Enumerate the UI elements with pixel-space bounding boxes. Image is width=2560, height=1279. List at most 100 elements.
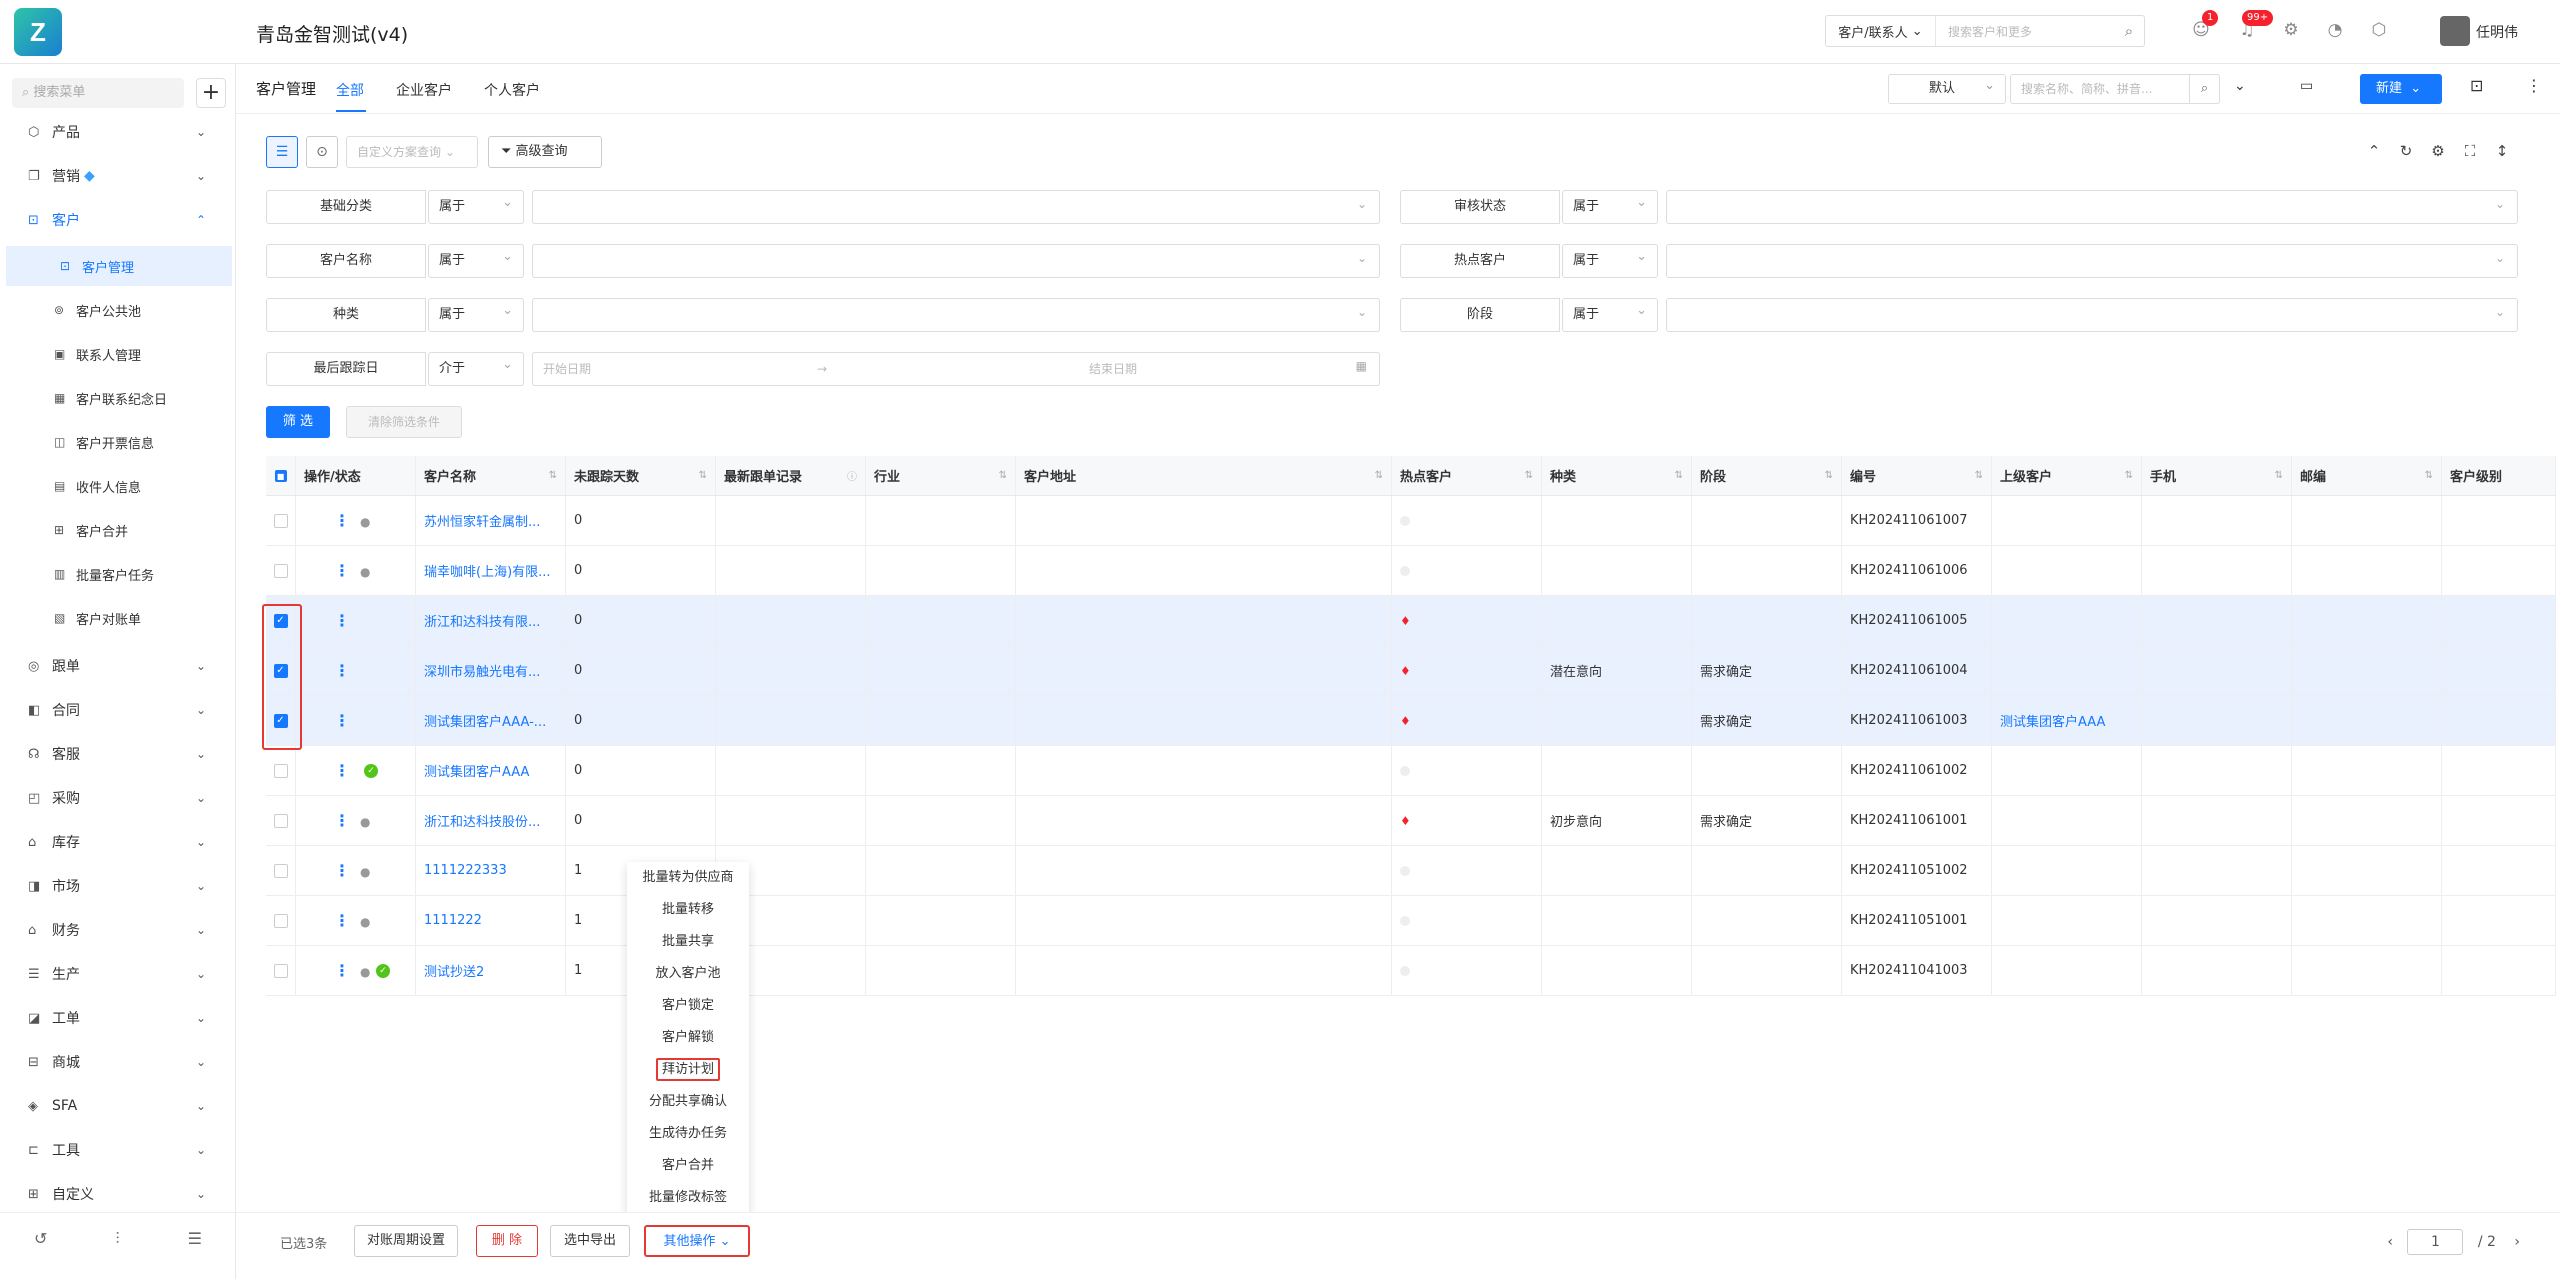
parent-customer-cell[interactable] bbox=[1992, 646, 2142, 695]
parent-customer-cell[interactable] bbox=[1992, 546, 2142, 595]
customer-name-link[interactable]: 测试集团客户AAA bbox=[416, 746, 566, 795]
filter-value-select[interactable]: ⌄ bbox=[1666, 190, 2518, 224]
customer-name[interactable]: 测试抄送2 bbox=[424, 961, 484, 980]
filter-value-select[interactable]: ⌄ bbox=[532, 244, 1380, 278]
search-scope-select[interactable]: 客户/联系人 ⌄ bbox=[1826, 16, 1936, 46]
view-select[interactable]: 默认 bbox=[1888, 72, 2006, 104]
customer-name[interactable]: 测试集团客户AAA-... bbox=[424, 711, 546, 730]
filter-value-select[interactable]: ⌄ bbox=[1666, 244, 2518, 278]
more-actions-icon[interactable]: ⋮ bbox=[334, 961, 350, 980]
next-page-icon[interactable]: › bbox=[2514, 1234, 2520, 1250]
hot-customer-cell[interactable]: ♦ bbox=[1392, 596, 1542, 645]
parent-customer-cell[interactable] bbox=[1992, 896, 2142, 945]
refresh-icon[interactable]: ↻ bbox=[2396, 142, 2416, 160]
cube-icon[interactable]: ⬡ bbox=[2368, 20, 2390, 42]
new-button[interactable]: 新建 ⌄ bbox=[2360, 74, 2442, 104]
bell-icon[interactable]: ♫ 99+ bbox=[2236, 10, 2274, 42]
menu-item-visit-plan[interactable]: 拜访计划 bbox=[627, 1054, 749, 1086]
custom-plan-select[interactable]: 自定义方案查询 ⌄ bbox=[346, 136, 478, 168]
tab-all[interactable]: 全部 bbox=[336, 80, 364, 100]
col-header[interactable]: 客户地址 ⇅ bbox=[1016, 456, 1392, 495]
more-actions-icon[interactable]: ⋮ bbox=[334, 911, 350, 930]
parent-customer-cell[interactable] bbox=[1992, 846, 2142, 895]
sidebar-sub-public-pool[interactable]: ⊚ 客户公共池 bbox=[0, 290, 226, 330]
sliders-icon[interactable]: ⫶ bbox=[116, 1229, 120, 1249]
sidebar-sub-recipient[interactable]: ▤ 收件人信息 bbox=[0, 466, 226, 506]
customer-name[interactable]: 浙江和达科技股份... bbox=[424, 811, 540, 830]
row-actions[interactable]: ⋮ ● bbox=[296, 896, 416, 945]
menu-item[interactable]: 批量转为供应商 bbox=[627, 862, 749, 894]
hot-customer-cell[interactable]: ♦ bbox=[1392, 796, 1542, 845]
pie-icon[interactable]: ◔ bbox=[2324, 20, 2346, 42]
sidebar-item-marketing[interactable]: ❐ 营销 ◆ ⌄ bbox=[0, 158, 236, 194]
sidebar-sub-contacts[interactable]: ▣ 联系人管理 bbox=[0, 334, 226, 374]
parent-customer-cell[interactable] bbox=[1992, 496, 2142, 545]
row-actions[interactable]: ⋮ bbox=[296, 646, 416, 695]
history-icon[interactable]: ↺ bbox=[34, 1229, 47, 1248]
table-row[interactable]: ⋮ ● 苏州恒家轩金属制... 0 KH202411061007 bbox=[266, 496, 2556, 546]
sidebar-item-store[interactable]: ⊟ 商城 ⌄ bbox=[0, 1044, 236, 1080]
date-range-picker[interactable]: 开始日期 → 结束日期 ▦ bbox=[532, 352, 1380, 386]
gear-icon[interactable]: ⚙ bbox=[2280, 20, 2302, 42]
row-checkbox[interactable] bbox=[266, 746, 296, 795]
customer-name-link[interactable]: 苏州恒家轩金属制... bbox=[416, 496, 566, 545]
row-checkbox[interactable] bbox=[266, 546, 296, 595]
sidebar-item-tools[interactable]: ⊏ 工具 ⌄ bbox=[0, 1132, 236, 1168]
row-checkbox[interactable] bbox=[266, 946, 296, 995]
flame-icon[interactable]: ♦ bbox=[1400, 614, 1411, 628]
export-selected-button[interactable]: 选中导出 bbox=[550, 1225, 630, 1257]
flame-inactive-icon[interactable] bbox=[1400, 865, 1410, 876]
sidebar-item-production[interactable]: ☰ 生产 ⌄ bbox=[0, 956, 236, 992]
sidebar-item-market[interactable]: ◨ 市场 ⌄ bbox=[0, 868, 236, 904]
hot-customer-cell[interactable] bbox=[1392, 496, 1542, 545]
customer-name[interactable]: 1111222333 bbox=[424, 863, 507, 878]
filter-operator[interactable]: 属于 bbox=[428, 241, 524, 278]
customer-name-link[interactable]: 瑞幸咖啡(上海)有限... bbox=[416, 546, 566, 595]
clear-filter-button[interactable]: 清除筛选条件 bbox=[346, 406, 462, 438]
customer-name[interactable]: 深圳市易触光电有... bbox=[424, 661, 540, 680]
col-header[interactable]: 手机 ⇅ bbox=[2142, 456, 2292, 495]
filter-operator[interactable]: 属于 bbox=[428, 187, 524, 224]
flame-inactive-icon[interactable] bbox=[1400, 965, 1410, 976]
customer-name[interactable]: 瑞幸咖啡(上海)有限... bbox=[424, 561, 551, 580]
collapse-up-icon[interactable]: ⌃ bbox=[2364, 142, 2384, 160]
more-actions-icon[interactable]: ⋮ bbox=[334, 761, 350, 780]
sidebar-sub-invoice[interactable]: ◫ 客户开票信息 bbox=[0, 422, 226, 462]
col-header[interactable]: 最新跟单记录 ⓘ bbox=[716, 456, 866, 495]
delete-button[interactable]: 删 除 bbox=[476, 1225, 538, 1257]
more-actions-icon[interactable]: ⋮ bbox=[334, 611, 350, 630]
search-icon[interactable]: ⌕ bbox=[2114, 22, 2144, 40]
row-checkbox[interactable] bbox=[266, 846, 296, 895]
col-header[interactable]: 行业 ⇅ bbox=[866, 456, 1016, 495]
username[interactable]: 任明伟 bbox=[2476, 22, 2518, 42]
customer-name-link[interactable]: 深圳市易触光电有... bbox=[416, 646, 566, 695]
row-actions[interactable]: ⋮ ● bbox=[296, 546, 416, 595]
parent-customer-link[interactable]: 测试集团客户AAA bbox=[2000, 711, 2105, 730]
sidebar-sub-statement[interactable]: ▧ 客户对账单 bbox=[0, 598, 226, 638]
advanced-query-button[interactable]: ⏷ 高级查询 bbox=[488, 136, 602, 168]
flame-inactive-icon[interactable] bbox=[1400, 515, 1410, 526]
global-search-input[interactable]: 搜索客户和更多 bbox=[1936, 23, 2114, 40]
col-header[interactable]: 上级客户 ⇅ bbox=[1992, 456, 2142, 495]
hot-customer-cell[interactable] bbox=[1392, 546, 1542, 595]
menu-item[interactable]: 生成待办任务 bbox=[627, 1118, 749, 1150]
table-row[interactable]: ⋮ ● 浙江和达科技股份... 0 ♦ 初步意向 需求确定 KH202411061001 bbox=[266, 796, 2556, 846]
sidebar-item-contract[interactable]: ◧ 合同 ⌄ bbox=[0, 692, 236, 728]
select-all-checkbox[interactable]: ■ bbox=[266, 456, 296, 495]
customer-name-link[interactable]: 浙江和达科技有限... bbox=[416, 596, 566, 645]
customer-name-link[interactable]: 1111222 bbox=[416, 896, 566, 945]
row-actions[interactable]: ⋮ ● ✓ bbox=[296, 946, 416, 995]
filter-operator[interactable]: 属于 bbox=[428, 295, 524, 332]
customer-name-link[interactable]: 测试集团客户AAA-... bbox=[416, 696, 566, 745]
parent-customer-cell[interactable] bbox=[1992, 796, 2142, 845]
collapse-menu-icon[interactable]: ☰ bbox=[188, 1229, 202, 1248]
customer-name[interactable]: 测试集团客户AAA bbox=[424, 761, 529, 780]
layout-icon[interactable]: ▭ bbox=[2300, 78, 2313, 94]
sidebar-sub-customer-management[interactable]: ⊡ 客户管理 bbox=[6, 246, 232, 286]
menu-item[interactable]: 批量修改标签 bbox=[627, 1182, 749, 1214]
add-menu-button[interactable]: + bbox=[196, 78, 226, 108]
filter-button[interactable]: 筛 选 bbox=[266, 406, 330, 438]
more-vertical-icon[interactable]: ⋮ bbox=[2526, 76, 2542, 95]
other-actions-button[interactable]: 其他操作 ⌄ bbox=[644, 1225, 750, 1257]
row-actions[interactable]: ⋮ bbox=[296, 596, 416, 645]
